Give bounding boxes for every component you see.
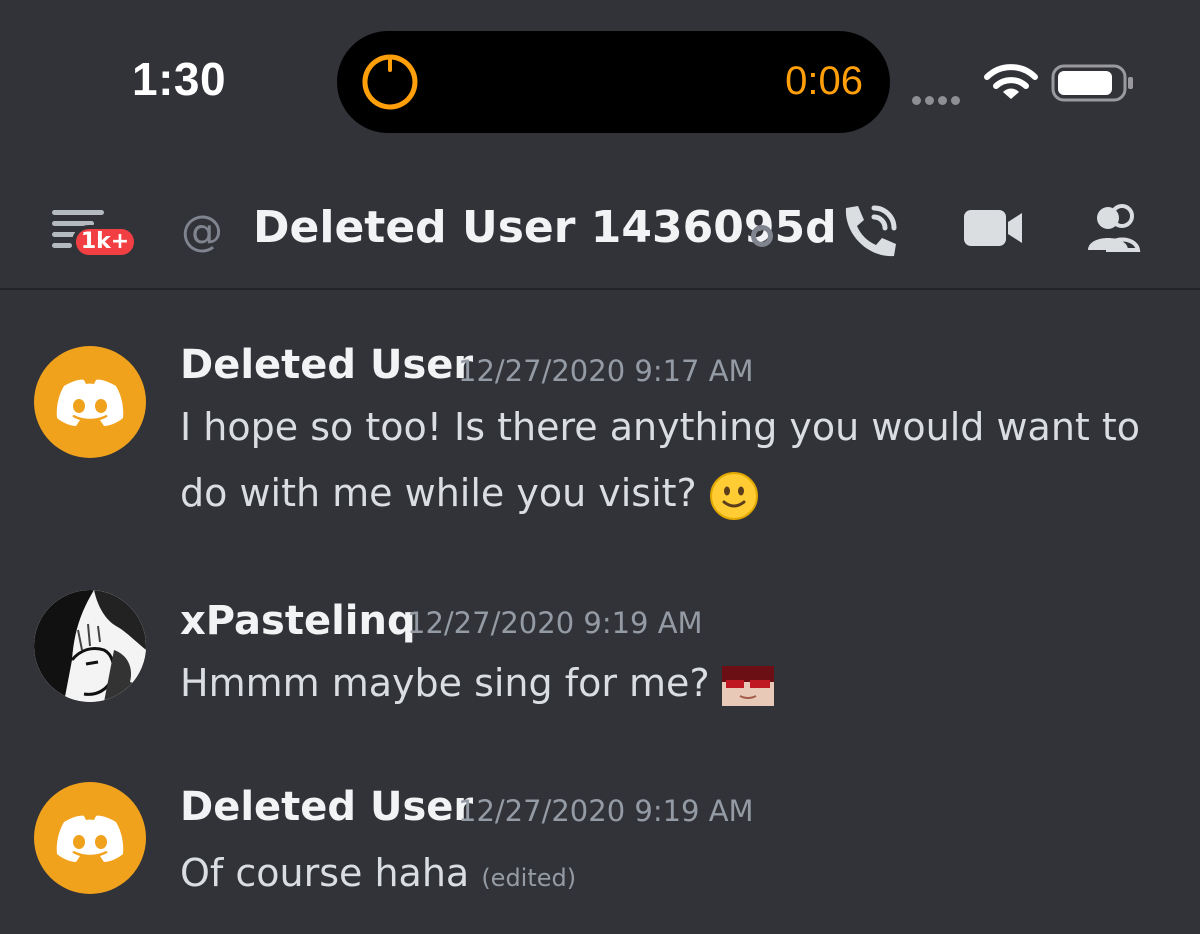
avatar[interactable] xyxy=(34,346,146,458)
video-icon[interactable] xyxy=(964,208,1024,248)
unread-badge: 1k+ xyxy=(72,225,138,259)
activity-timer: 0:06 xyxy=(785,59,863,103)
message-text: Of course haha (edited) xyxy=(180,840,576,911)
members-icon[interactable] xyxy=(1086,204,1146,252)
discord-logo-icon xyxy=(56,815,124,862)
timestamp: 12/27/2020 9:17 AM xyxy=(458,354,754,388)
custom-emoji-icon xyxy=(721,665,774,706)
offline-status-icon xyxy=(751,225,773,247)
edited-label: (edited) xyxy=(481,864,577,892)
avatar[interactable] xyxy=(34,782,146,894)
call-icon[interactable] xyxy=(838,202,900,260)
message-text-line: Of course haha xyxy=(180,851,470,895)
message-text-line: do with me while you visit? xyxy=(180,471,697,515)
at-icon: @ xyxy=(181,206,223,255)
message-text: do with me while you visit? xyxy=(180,460,759,526)
battery-icon xyxy=(1051,64,1133,102)
timestamp: 12/27/2020 9:19 AM xyxy=(407,606,703,640)
message-text-line: I hope so too! Is there anything you wou… xyxy=(180,405,1141,449)
manga-avatar-icon xyxy=(34,590,146,702)
channel-title[interactable]: Deleted User 1436095d xyxy=(253,202,837,253)
signal-dots-icon xyxy=(912,90,964,109)
channel-header: 1k+ @ Deleted User 1436095d xyxy=(0,168,1200,290)
status-time: 1:30 xyxy=(132,53,227,105)
dynamic-island[interactable]: 0:06 xyxy=(337,31,890,133)
avatar[interactable] xyxy=(34,590,146,702)
username[interactable]: Deleted User xyxy=(180,342,473,388)
discord-logo-icon xyxy=(56,379,124,426)
timer-ring-icon xyxy=(362,54,418,110)
username[interactable]: Deleted User xyxy=(180,784,473,830)
slightly-smiling-face-icon xyxy=(709,471,758,520)
wifi-icon xyxy=(984,64,1038,99)
username[interactable]: xPastelinq xyxy=(180,598,416,644)
message-text: Hmmm maybe sing for me? xyxy=(180,650,774,716)
timestamp: 12/27/2020 9:19 AM xyxy=(458,794,754,828)
message-text-line: Hmmm maybe sing for me? xyxy=(180,661,710,705)
